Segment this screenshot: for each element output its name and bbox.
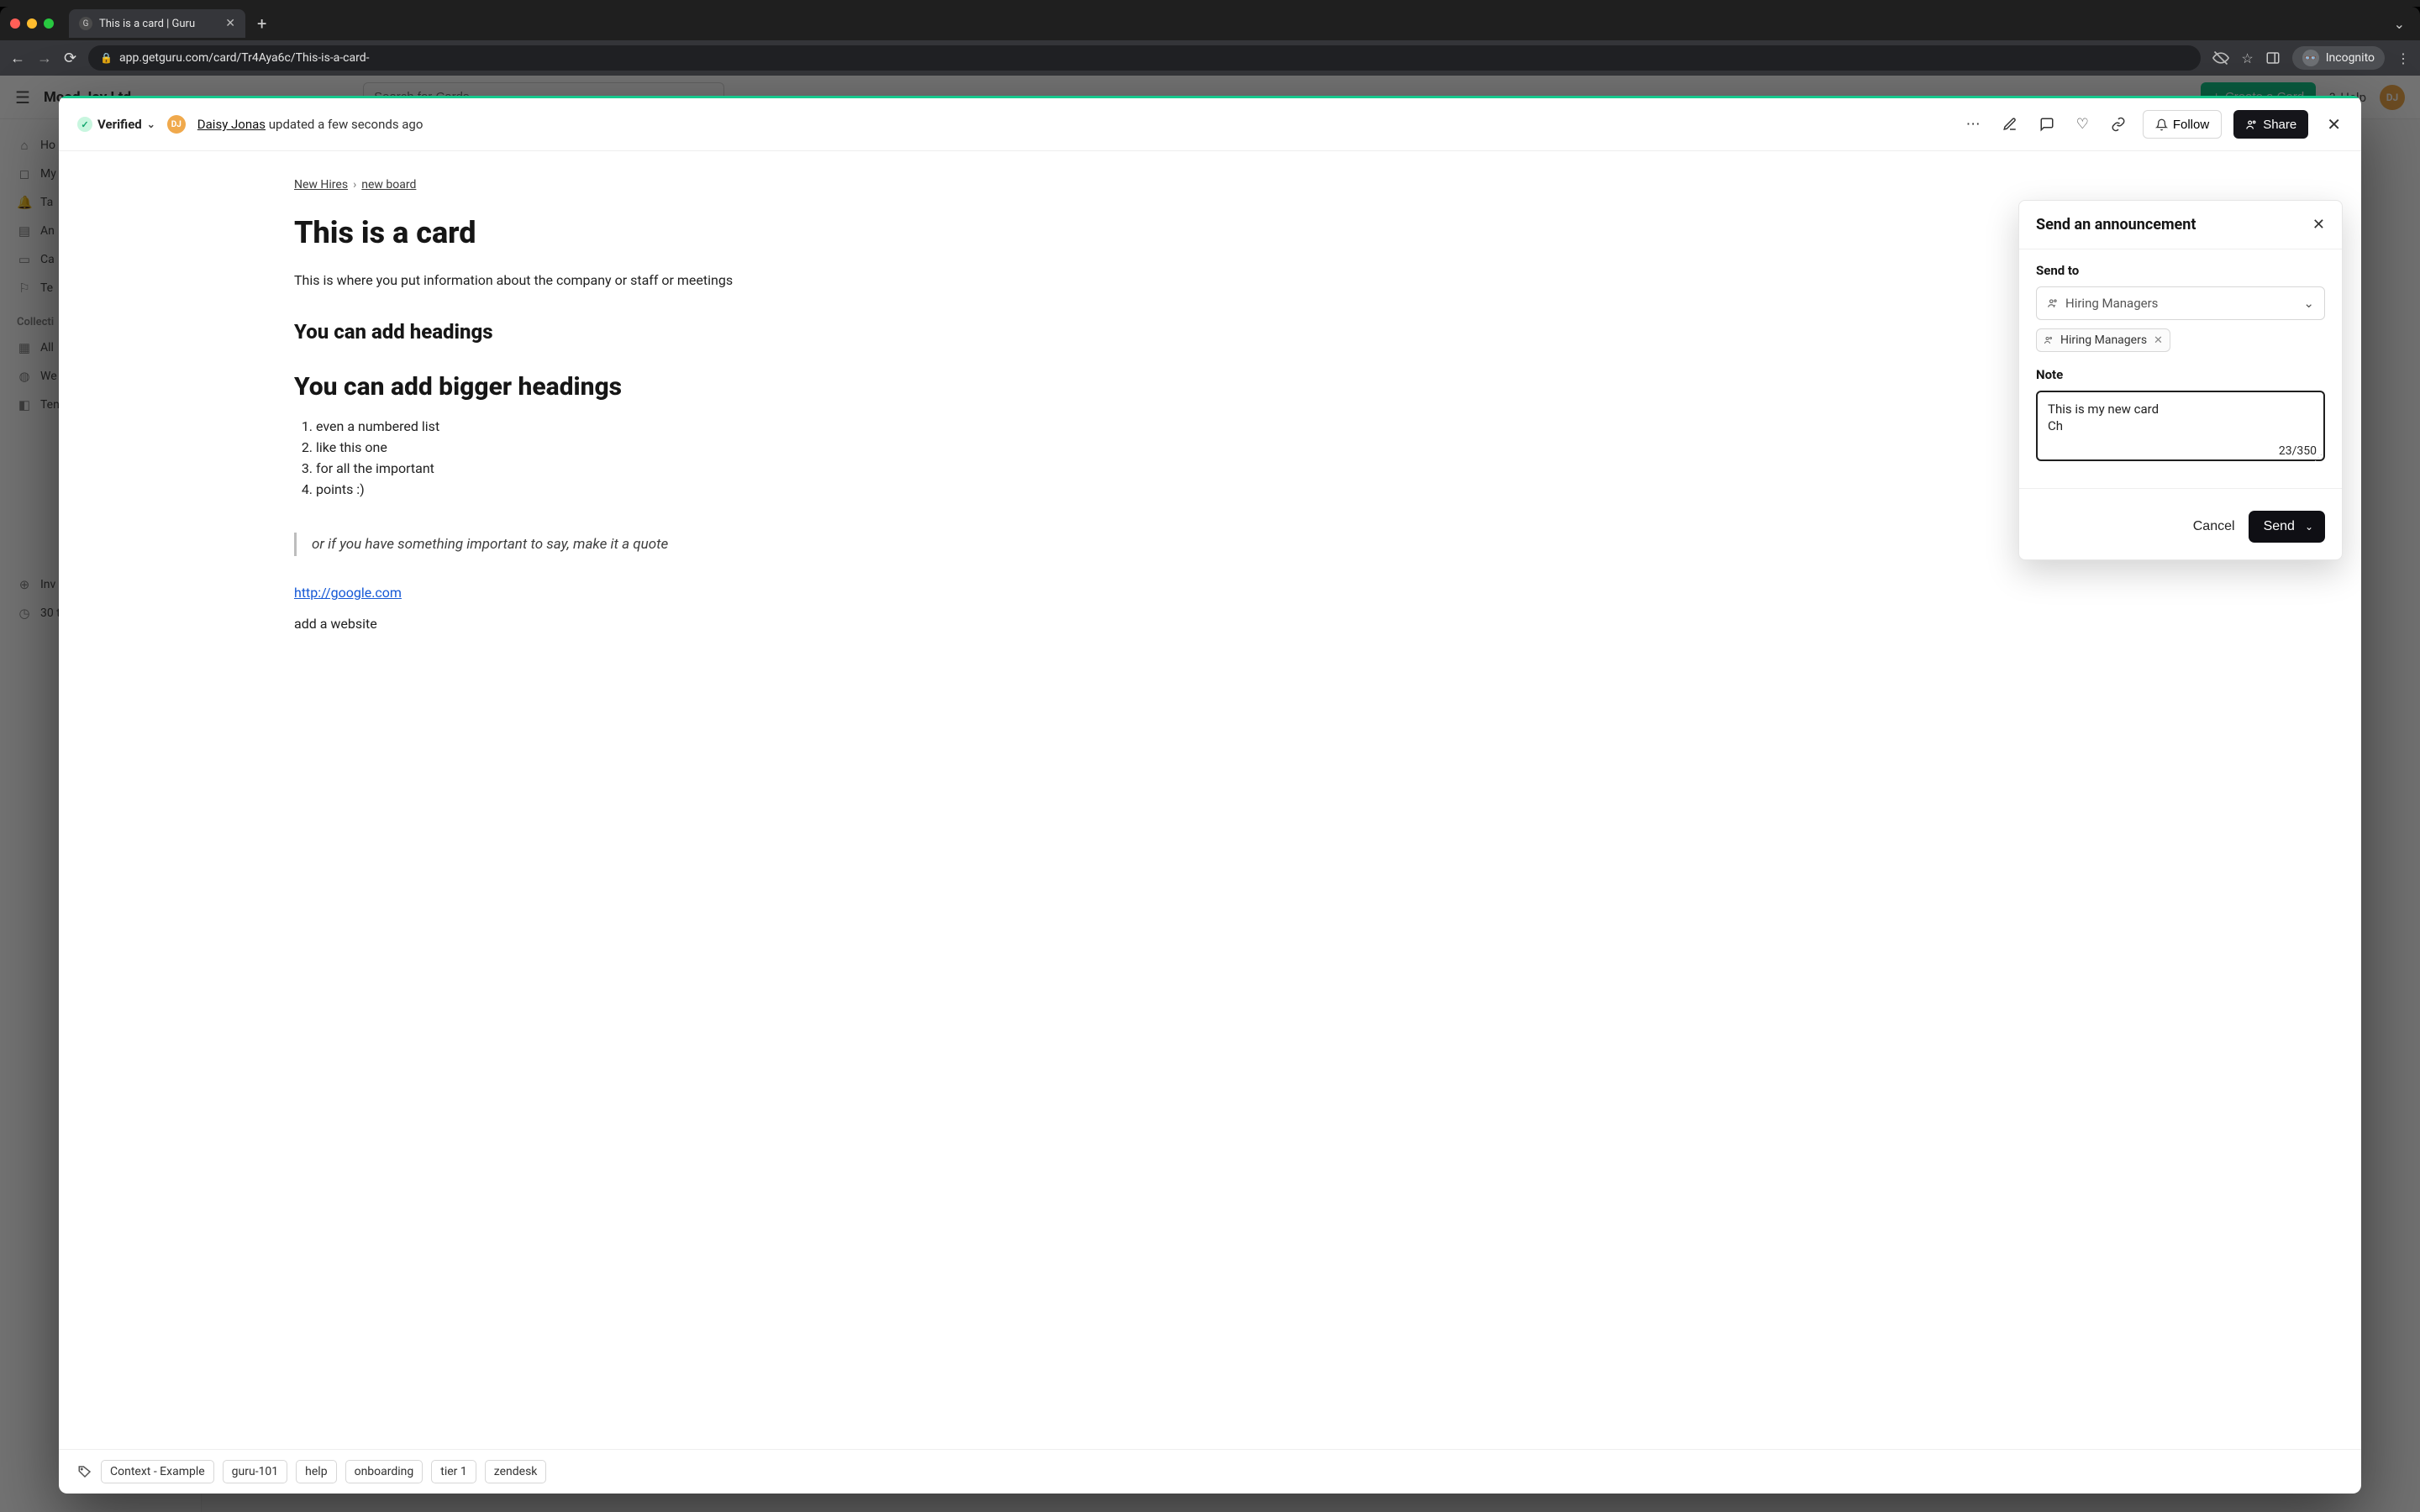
link-icon[interactable]: [2106, 112, 2131, 137]
heart-icon[interactable]: ♡: [2071, 111, 2094, 138]
send-label: Send: [2264, 519, 2295, 534]
send-to-select[interactable]: Hiring Managers ⌄: [2036, 286, 2325, 320]
follow-button[interactable]: Follow: [2143, 110, 2222, 139]
heading-2-large: You can add bigger headings: [294, 372, 983, 402]
chevron-down-icon: ⌄: [2303, 296, 2314, 311]
tag-chip[interactable]: tier 1: [431, 1460, 476, 1483]
fullscreen-window-icon[interactable]: [44, 18, 54, 29]
incognito-label: Incognito: [2326, 51, 2375, 65]
browser-tab[interactable]: G This is a card | Guru ✕: [69, 9, 245, 38]
intro-paragraph: This is where you put information about …: [294, 272, 983, 288]
resize-handle-icon[interactable]: ⋰: [2314, 454, 2323, 462]
eye-off-icon[interactable]: [2212, 50, 2229, 66]
new-tab-button[interactable]: +: [252, 13, 271, 34]
people-icon: [2044, 335, 2054, 345]
minimize-window-icon[interactable]: [27, 18, 37, 29]
forward-icon[interactable]: →: [37, 50, 52, 67]
cancel-button[interactable]: Cancel: [2193, 519, 2235, 534]
author-link[interactable]: Daisy Jonas: [197, 117, 266, 132]
send-to-label: Send to: [2036, 263, 2325, 278]
window-controls: [10, 18, 54, 29]
tabs-overflow-icon[interactable]: ⌄: [2394, 16, 2410, 32]
share-button[interactable]: Share: [2233, 110, 2308, 139]
people-icon: [2047, 297, 2059, 309]
heading-2: You can add headings: [294, 320, 983, 344]
recipient-chip: Hiring Managers ✕: [2036, 328, 2170, 352]
announcement-close-icon[interactable]: ✕: [2312, 216, 2325, 234]
check-icon: ✓: [77, 117, 92, 132]
incognito-icon: 👓: [2302, 50, 2319, 66]
browser-tabstrip: G This is a card | Guru ✕ + ⌄: [0, 7, 2420, 40]
tab-title: This is a card | Guru: [99, 18, 195, 30]
incognito-indicator[interactable]: 👓 Incognito: [2292, 46, 2385, 70]
card-body: New Hires›new board This is a card This …: [59, 151, 2361, 1449]
chevron-down-icon: ⌄: [147, 118, 155, 130]
send-to-value: Hiring Managers: [2065, 296, 2158, 311]
card-meta: Daisy Jonas updated a few seconds ago: [197, 117, 424, 132]
share-label: Share: [2263, 118, 2296, 132]
tab-close-icon[interactable]: ✕: [225, 17, 235, 30]
breadcrumb: New Hires›new board: [294, 178, 983, 192]
breadcrumb-link[interactable]: new board: [361, 178, 416, 192]
body-text: add a website: [294, 616, 983, 632]
list-item: for all the important: [316, 460, 983, 476]
tag-chip[interactable]: zendesk: [485, 1460, 547, 1483]
breadcrumb-separator: ›: [348, 178, 361, 192]
verified-badge[interactable]: ✓ Verified ⌄: [77, 117, 155, 132]
send-button[interactable]: Send ⌄: [2249, 511, 2325, 543]
browser-toolbar: ← → ⟳ 🔒 app.getguru.com/card/Tr4Aya6c/Th…: [0, 40, 2420, 76]
breadcrumb-link[interactable]: New Hires: [294, 178, 348, 192]
tag-chip[interactable]: Context - Example: [101, 1460, 214, 1483]
card-modal: ✓ Verified ⌄ DJ Daisy Jonas updated a fe…: [59, 96, 2361, 1494]
announcement-panel: Send an announcement ✕ Send to Hiring Ma…: [2018, 200, 2343, 560]
close-icon[interactable]: ✕: [2320, 111, 2343, 138]
url-text: app.getguru.com/card/Tr4Aya6c/This-is-a-…: [119, 51, 369, 65]
list-item: points :): [316, 481, 983, 497]
updated-text: updated a few seconds ago: [266, 117, 423, 132]
numbered-list: even a numbered list like this one for a…: [294, 418, 983, 497]
more-icon[interactable]: ⋯: [1961, 111, 1986, 138]
comment-icon[interactable]: [2034, 112, 2060, 137]
follow-label: Follow: [2173, 118, 2209, 132]
address-bar[interactable]: 🔒 app.getguru.com/card/Tr4Aya6c/This-is-…: [88, 45, 2201, 71]
list-item: even a numbered list: [316, 418, 983, 434]
list-item: like this one: [316, 439, 983, 455]
char-counter: 23/350: [2279, 444, 2317, 458]
tag-chip[interactable]: onboarding: [345, 1460, 424, 1483]
panel-icon[interactable]: [2265, 50, 2281, 66]
tag-chip[interactable]: guru-101: [223, 1460, 288, 1483]
tag-chip[interactable]: help: [296, 1460, 336, 1483]
reload-icon[interactable]: ⟳: [64, 50, 76, 67]
chip-label: Hiring Managers: [2060, 333, 2147, 347]
lock-icon: 🔒: [100, 52, 113, 64]
announcement-title: Send an announcement: [2036, 216, 2196, 234]
kebab-menu-icon[interactable]: ⋮: [2396, 50, 2410, 66]
back-icon[interactable]: ←: [10, 50, 25, 67]
chip-remove-icon[interactable]: ✕: [2154, 334, 2163, 347]
note-label: Note: [2036, 367, 2325, 382]
verified-label: Verified: [97, 117, 142, 132]
card-footer: Context - Example guru-101 help onboardi…: [59, 1449, 2361, 1494]
blockquote: or if you have something important to sa…: [294, 533, 983, 556]
chevron-down-icon: ⌄: [2305, 521, 2313, 533]
page-title: This is a card: [294, 215, 983, 250]
star-icon[interactable]: ☆: [2241, 50, 2253, 66]
tag-icon: [77, 1464, 92, 1479]
card-header: ✓ Verified ⌄ DJ Daisy Jonas updated a fe…: [59, 98, 2361, 151]
people-icon: [2245, 118, 2258, 131]
tab-favicon: G: [79, 17, 92, 30]
close-window-icon[interactable]: [10, 18, 20, 29]
author-avatar[interactable]: DJ: [167, 115, 186, 134]
bell-icon: [2155, 118, 2168, 131]
edit-icon[interactable]: [1997, 112, 2023, 137]
body-link[interactable]: http://google.com: [294, 585, 402, 601]
